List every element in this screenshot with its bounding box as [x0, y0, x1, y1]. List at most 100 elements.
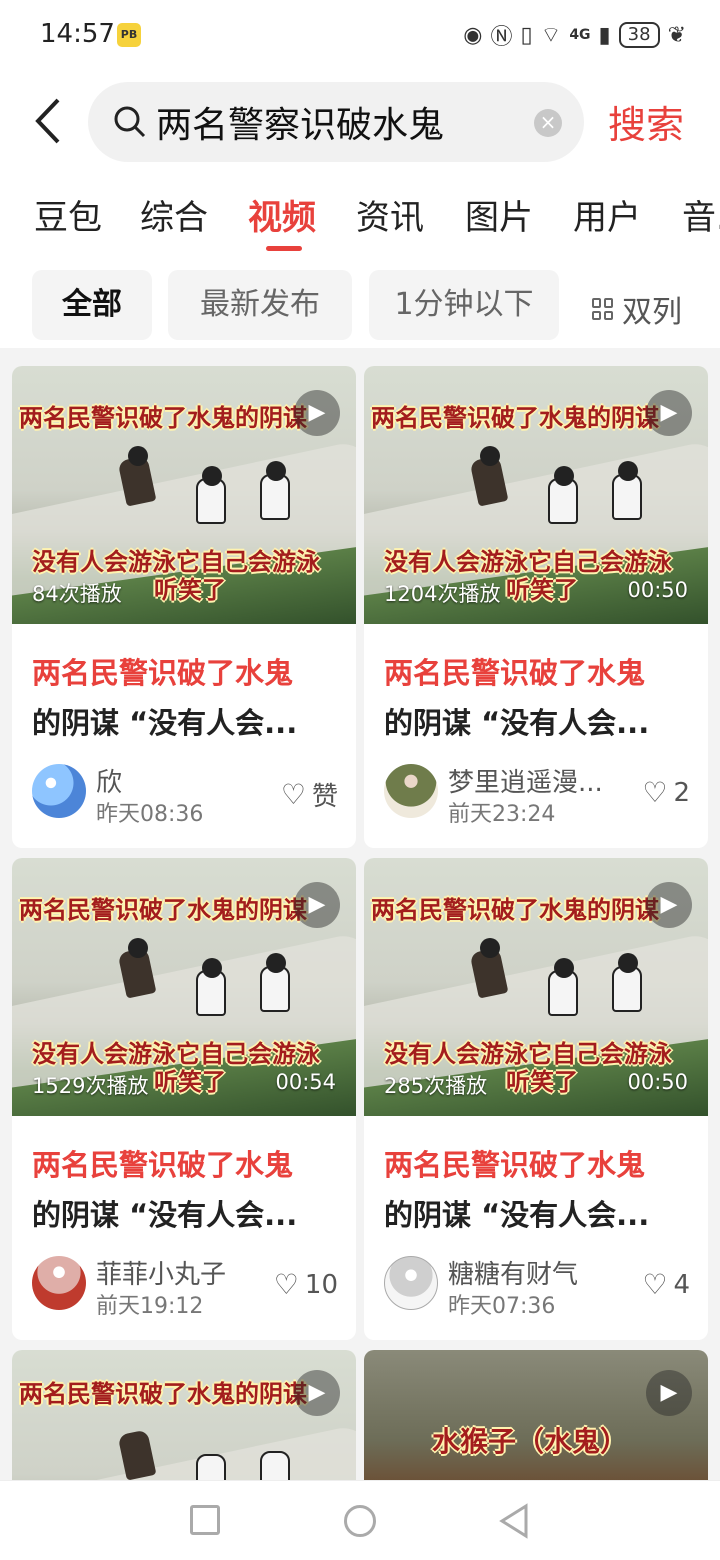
heart-outline-icon: ♡ — [273, 1268, 299, 1301]
avatar[interactable] — [384, 1256, 438, 1310]
back-button[interactable] — [28, 92, 70, 150]
grid-icon — [592, 298, 614, 320]
play-count: 1204次播放 — [384, 582, 501, 606]
video-card[interactable]: 两名民警识破了水鬼的阴谋 ▶ 没有人会游泳它自己会游泳 听笑了 1529次播放 … — [12, 858, 356, 1340]
video-thumbnail[interactable]: 两名民警识破了水鬼的阴谋 ▶ — [12, 1350, 356, 1480]
person-figure — [117, 1429, 157, 1480]
like-button[interactable]: ♡ 赞 — [281, 776, 338, 813]
recent-apps-button[interactable] — [190, 1505, 220, 1535]
person-head — [618, 461, 638, 481]
active-tab-indicator — [266, 246, 302, 251]
video-feed: 两名民警识破了水鬼的阴谋 ▶ 没有人会游泳它自己会游泳 听笑了 84次播放 两名… — [0, 348, 720, 1480]
search-header: × 搜索 — [0, 72, 720, 172]
video-card[interactable]: 两名民警识破了水鬼的阴谋 ▶ 没有人会游泳它自己会游泳 听笑了 84次播放 两名… — [12, 366, 356, 848]
video-thumbnail[interactable]: 水猴子（水鬼） ▶ — [364, 1350, 708, 1480]
author-row: 糖糖有财气 昨天07:36 ♡ 4 — [384, 1254, 690, 1319]
person-head — [202, 466, 222, 486]
wifi-icon: ⌔ — [540, 23, 562, 48]
like-count: 4 — [673, 1269, 690, 1300]
play-icon[interactable]: ▶ — [294, 390, 340, 436]
video-title-rest: 的阴谋 “没有人会... — [384, 1198, 650, 1232]
tab-audio[interactable]: 音... — [682, 190, 720, 239]
video-duration: 00:50 — [627, 1070, 688, 1094]
nfc-icon: Ⓝ — [490, 25, 513, 50]
eye-icon: ◉ — [463, 22, 483, 48]
video-caption-punchline: 听笑了 — [154, 1068, 226, 1096]
video-caption-punchline: 听笑了 — [506, 576, 578, 604]
video-title-highlight: 两名民警识破了水鬼 — [384, 656, 646, 690]
play-count: 84次播放 — [32, 582, 122, 606]
filter-latest[interactable]: 最新发布 — [168, 270, 352, 340]
video-card[interactable]: 两名民警识破了水鬼的阴谋 ▶ 没有人会游泳它自己会游泳 听笑了 1204次播放 … — [364, 366, 708, 848]
author-name[interactable]: 梦里逍遥漫... — [448, 762, 614, 799]
person-head — [554, 466, 574, 486]
play-icon[interactable]: ▶ — [646, 1370, 692, 1416]
layout-label: 双列 — [622, 295, 682, 330]
tab-images[interactable]: 图片 — [465, 190, 533, 239]
app-notification-icon: PB — [117, 23, 141, 47]
tab-news[interactable]: 资讯 — [356, 190, 424, 239]
layout-toggle[interactable]: 双列 — [592, 287, 682, 331]
video-card[interactable]: 水猴子（水鬼） ▶ — [364, 1350, 708, 1480]
heart-outline-icon: ♡ — [642, 1268, 668, 1301]
search-icon — [114, 106, 146, 138]
video-duration: 00:50 — [627, 578, 688, 602]
filter-all[interactable]: 全部 — [32, 270, 152, 340]
person-head — [128, 938, 148, 958]
person-head — [266, 953, 286, 973]
tab-comprehensive[interactable]: 综合 — [140, 190, 208, 239]
system-back-button[interactable] — [498, 1503, 530, 1539]
like-button[interactable]: ♡ 2 — [642, 776, 690, 809]
home-button[interactable] — [344, 1505, 376, 1537]
author-name[interactable]: 糖糖有财气 — [448, 1254, 614, 1291]
tab-video[interactable]: 视频 — [248, 190, 316, 239]
like-button[interactable]: ♡ 4 — [642, 1268, 690, 1301]
author-name[interactable]: 欣 — [96, 762, 262, 799]
system-navigation-bar — [0, 1480, 720, 1560]
person-head — [480, 938, 500, 958]
video-thumbnail[interactable]: 两名民警识破了水鬼的阴谋 ▶ 没有人会游泳它自己会游泳 听笑了 285次播放 0… — [364, 858, 708, 1116]
video-thumbnail[interactable]: 两名民警识破了水鬼的阴谋 ▶ 没有人会游泳它自己会游泳 听笑了 84次播放 — [12, 366, 356, 624]
vibrate-icon: ▯ — [520, 22, 533, 48]
like-count: 10 — [304, 1269, 338, 1300]
author-row: 欣 昨天08:36 ♡ 赞 — [32, 762, 338, 827]
video-title-rest: 的阴谋 “没有人会... — [384, 706, 650, 740]
clear-search-button[interactable]: × — [534, 109, 562, 137]
video-thumbnail[interactable]: 两名民警识破了水鬼的阴谋 ▶ 没有人会游泳它自己会游泳 听笑了 1529次播放 … — [12, 858, 356, 1116]
author-row: 菲菲小丸子 前天19:12 ♡ 10 — [32, 1254, 338, 1319]
like-count: 2 — [673, 777, 690, 808]
person-head — [128, 446, 148, 466]
video-title: 两名民警识破了水鬼 的阴谋 “没有人会... — [384, 1140, 690, 1240]
play-icon[interactable]: ▶ — [646, 882, 692, 928]
heart-outline-icon: ♡ — [642, 776, 668, 809]
avatar[interactable] — [32, 764, 86, 818]
play-icon[interactable]: ▶ — [294, 882, 340, 928]
video-title: 两名民警识破了水鬼 的阴谋 “没有人会... — [384, 648, 690, 748]
like-count: 赞 — [311, 782, 338, 812]
video-thumbnail[interactable]: 两名民警识破了水鬼的阴谋 ▶ 没有人会游泳它自己会游泳 听笑了 1204次播放 … — [364, 366, 708, 624]
filter-bar: 全部 最新发布 1分钟以下 双列 — [0, 264, 720, 348]
video-title-rest: 的阴谋 “没有人会... — [32, 1198, 298, 1232]
filter-duration[interactable]: 1分钟以下 — [369, 270, 559, 340]
police-figure — [196, 1454, 226, 1480]
person-head — [554, 958, 574, 978]
tab-users[interactable]: 用户 — [573, 190, 641, 239]
avatar[interactable] — [384, 764, 438, 818]
like-button[interactable]: ♡ 10 — [274, 1268, 338, 1301]
post-time: 昨天07:36 — [448, 1294, 556, 1319]
video-caption-punchline: 听笑了 — [154, 576, 226, 604]
avatar[interactable] — [32, 1256, 86, 1310]
play-icon[interactable]: ▶ — [646, 390, 692, 436]
video-card[interactable]: 两名民警识破了水鬼的阴谋 ▶ — [12, 1350, 356, 1480]
search-box[interactable]: × — [88, 82, 584, 162]
search-button[interactable]: 搜索 — [608, 94, 684, 149]
video-caption-punchline: 听笑了 — [506, 1068, 578, 1096]
video-title-rest: 的阴谋 “没有人会... — [32, 706, 298, 740]
author-name[interactable]: 菲菲小丸子 — [96, 1254, 262, 1291]
leaf-icon: ❦ — [667, 22, 686, 48]
play-icon[interactable]: ▶ — [294, 1370, 340, 1416]
video-title-highlight: 两名民警识破了水鬼 — [32, 656, 294, 690]
tab-doubao[interactable]: 豆包 — [34, 190, 102, 239]
video-card[interactable]: 两名民警识破了水鬼的阴谋 ▶ 没有人会游泳它自己会游泳 听笑了 285次播放 0… — [364, 858, 708, 1340]
search-input[interactable] — [156, 94, 516, 150]
